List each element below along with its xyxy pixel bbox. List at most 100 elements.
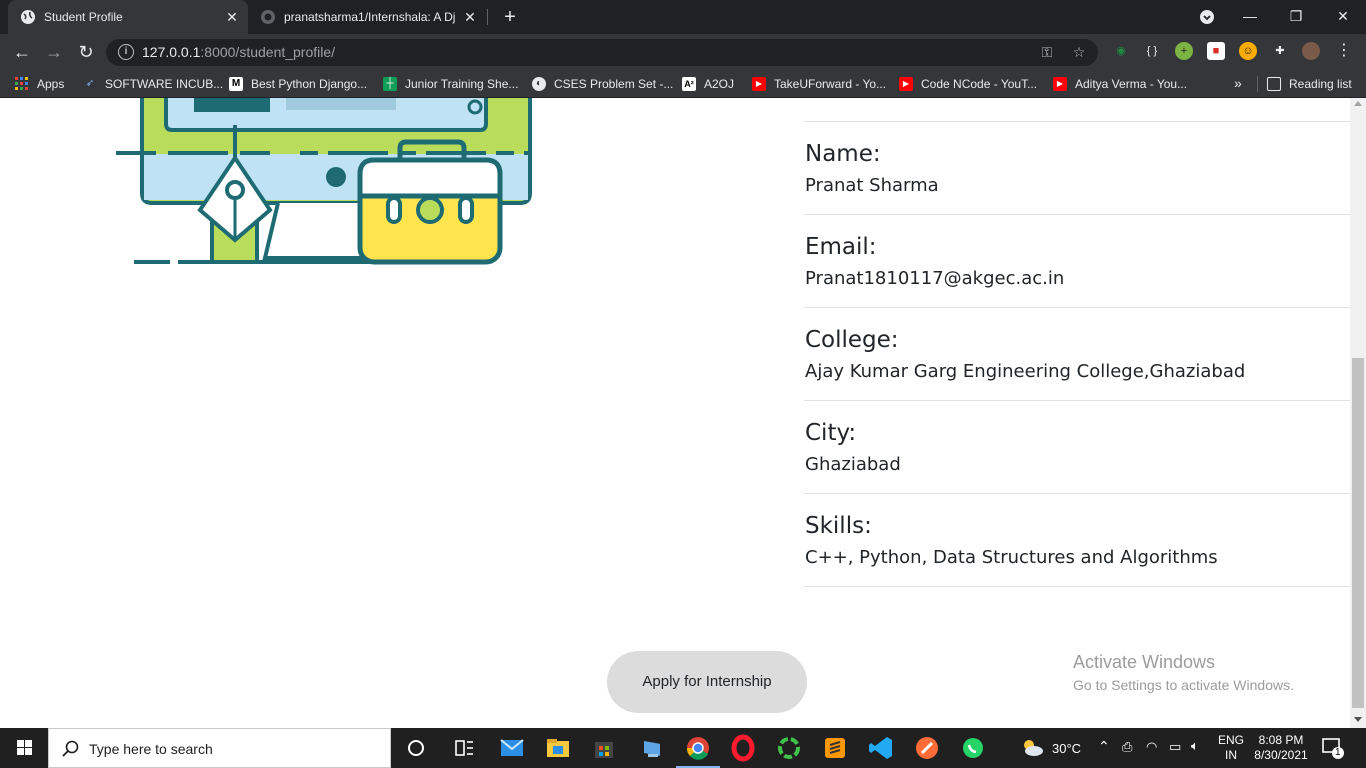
close-tab-icon[interactable]: ✕ — [222, 7, 242, 27]
battery-icon[interactable]: ▭ — [1169, 739, 1181, 768]
vscode-icon[interactable] — [867, 734, 895, 762]
new-tab-button[interactable]: + — [498, 5, 522, 29]
reading-list-icon — [1267, 77, 1281, 91]
task-view-icon[interactable] — [450, 734, 478, 762]
field-value: Ghaziabad — [805, 454, 901, 475]
github-icon — [260, 9, 276, 25]
pc-icon[interactable] — [638, 734, 666, 762]
notification-center-icon[interactable]: 1 — [1320, 736, 1346, 760]
url-text[interactable]: 127.0.0.1:8000/student_profile/ — [142, 44, 335, 60]
youtube-icon: ▶ — [1053, 77, 1067, 91]
search-icon — [62, 740, 79, 757]
activate-windows-watermark: Activate Windows Go to Settings to activ… — [1073, 652, 1294, 693]
a2oj-icon: A² — [682, 77, 696, 91]
profile-field-email: Email: Pranat1810117@akgec.ac.in — [804, 215, 1350, 308]
sync-app-icon[interactable] — [775, 734, 803, 762]
field-value: Pranat Sharma — [805, 175, 939, 196]
field-value: Ajay Kumar Garg Engineering College,Ghaz… — [805, 361, 1246, 382]
tab-title: Student Profile — [44, 10, 123, 24]
chevron-up-icon[interactable]: ⌃ — [1098, 738, 1110, 768]
bookmark-cses[interactable]: ◐ CSES Problem Set -... — [532, 76, 673, 92]
tab-divider — [487, 9, 488, 25]
globe-icon — [20, 9, 36, 25]
comet-icon: ➶ — [85, 78, 95, 89]
restore-button[interactable]: ❐ — [1273, 0, 1319, 34]
forward-arrow-icon[interactable]: → — [42, 40, 66, 64]
volume-icon[interactable]: 🔈︎ — [1191, 738, 1199, 768]
file-explorer-icon[interactable] — [544, 734, 572, 762]
extension-plus-icon[interactable]: + — [1175, 42, 1193, 60]
extension-json-icon[interactable]: { } — [1143, 42, 1161, 60]
clock[interactable]: 8:08 PM 8/30/2021 — [1250, 733, 1312, 768]
weather-icon[interactable] — [1018, 736, 1046, 760]
scroll-up-arrow-icon[interactable] — [1354, 101, 1362, 106]
field-value: C++, Python, Data Structures and Algorit… — [805, 547, 1218, 568]
meet-now-icon[interactable]: ⎙ — [1122, 739, 1132, 768]
field-label: City: — [805, 420, 857, 446]
wifi-icon[interactable]: ◠ — [1146, 739, 1157, 768]
page-viewport: Name: Pranat Sharma Email: Pranat1810117… — [0, 98, 1350, 728]
back-arrow-icon[interactable]: ← — [10, 40, 34, 64]
extension-owl-icon[interactable]: ☺ — [1239, 42, 1257, 60]
field-label: Skills: — [805, 513, 872, 539]
bookmarks-divider — [1257, 76, 1258, 92]
search-placeholder: Type here to search — [89, 741, 213, 757]
youtube-icon: ▶ — [752, 77, 766, 91]
close-window-button[interactable]: ✕ — [1320, 0, 1366, 34]
site-info-icon[interactable]: i — [118, 44, 134, 60]
tab-github-repo[interactable]: pranatsharma1/Internshala: A Dj ✕ — [250, 0, 486, 34]
scroll-thumb[interactable] — [1352, 358, 1364, 708]
key-icon[interactable]: ⚿ — [1038, 43, 1056, 61]
extension-flag-icon[interactable]: ■ — [1207, 42, 1225, 60]
tab-strip: Student Profile ✕ pranatsharma1/Internsh… — [0, 0, 1366, 34]
sublime-text-icon[interactable] — [821, 734, 849, 762]
bookmark-python-django[interactable]: M Best Python Django... — [229, 76, 367, 92]
extensions-puzzle-icon[interactable]: ✚ — [1271, 42, 1289, 60]
reading-list-button[interactable]: Reading list — [1267, 76, 1352, 92]
page-scrollbar[interactable] — [1350, 98, 1366, 728]
cortana-icon[interactable] — [402, 734, 430, 762]
address-bar[interactable]: i 127.0.0.1:8000/student_profile/ ⚿ ☆ — [106, 39, 1098, 66]
apply-for-internship-button[interactable]: Apply for Internship — [607, 651, 807, 713]
profile-field-city: City: Ghaziabad — [804, 401, 1350, 494]
bookmark-takeuforward[interactable]: ▶ TakeUForward - Yo... — [752, 76, 886, 92]
apps-grid-icon — [15, 77, 29, 91]
whatsapp-icon[interactable] — [959, 734, 987, 762]
weather-temperature[interactable]: 30°C — [1052, 741, 1081, 768]
bookmark-junior-training[interactable]: ┼ Junior Training She... — [383, 76, 518, 92]
profile-avatar[interactable] — [1302, 42, 1320, 60]
sheets-icon: ┼ — [383, 77, 397, 91]
star-bookmark-icon[interactable]: ☆ — [1070, 43, 1088, 61]
postman-icon[interactable] — [913, 734, 941, 762]
taskbar-search-box[interactable]: Type here to search — [48, 728, 391, 768]
windows-start-button[interactable] — [0, 728, 48, 768]
bookmark-code-ncode[interactable]: ▶ Code NCode - YouT... — [899, 76, 1037, 92]
menu-kebab-icon[interactable]: ⋮ — [1335, 42, 1353, 60]
tab-search-icon[interactable] — [1184, 0, 1230, 34]
reload-icon[interactable]: ↻ — [74, 40, 98, 64]
bookmark-aditya-verma[interactable]: ▶ Aditya Verma - You... — [1053, 76, 1187, 92]
profile-details: Name: Pranat Sharma Email: Pranat1810117… — [804, 121, 1350, 587]
profile-field-name: Name: Pranat Sharma — [804, 122, 1350, 215]
tab-student-profile[interactable]: Student Profile ✕ — [8, 0, 248, 34]
microsoft-store-icon[interactable] — [590, 734, 618, 762]
bookmark-apps[interactable]: Apps — [15, 76, 64, 92]
close-tab-icon[interactable]: ✕ — [460, 7, 480, 27]
more-bookmarks-chevron-icon[interactable]: » — [1234, 75, 1242, 91]
extension-eye-icon[interactable]: ◉ — [1112, 42, 1130, 60]
notification-count-badge: 1 — [1335, 747, 1341, 758]
chrome-icon[interactable] — [684, 734, 712, 762]
mail-icon[interactable] — [498, 734, 526, 762]
field-label: Email: — [805, 234, 877, 260]
windows-taskbar: Type here to search 30°C ⌃ ⎙ ◠ ▭ 🔈︎ ENG … — [0, 728, 1366, 768]
illustration-computer-briefcase — [110, 98, 540, 268]
field-label: College: — [805, 327, 899, 353]
language-indicator[interactable]: ENG IN — [1218, 733, 1244, 768]
bookmark-a2oj[interactable]: A² A2OJ — [682, 76, 734, 92]
tab-title: pranatsharma1/Internshala: A Dj — [284, 10, 456, 24]
opera-icon[interactable] — [729, 734, 757, 762]
minimize-button[interactable]: — — [1227, 0, 1273, 34]
bookmark-software-incub[interactable]: ➶ SOFTWARE INCUB... — [83, 76, 223, 92]
scroll-down-arrow-icon[interactable] — [1354, 717, 1362, 722]
profile-field-college: College: Ajay Kumar Garg Engineering Col… — [804, 308, 1350, 401]
